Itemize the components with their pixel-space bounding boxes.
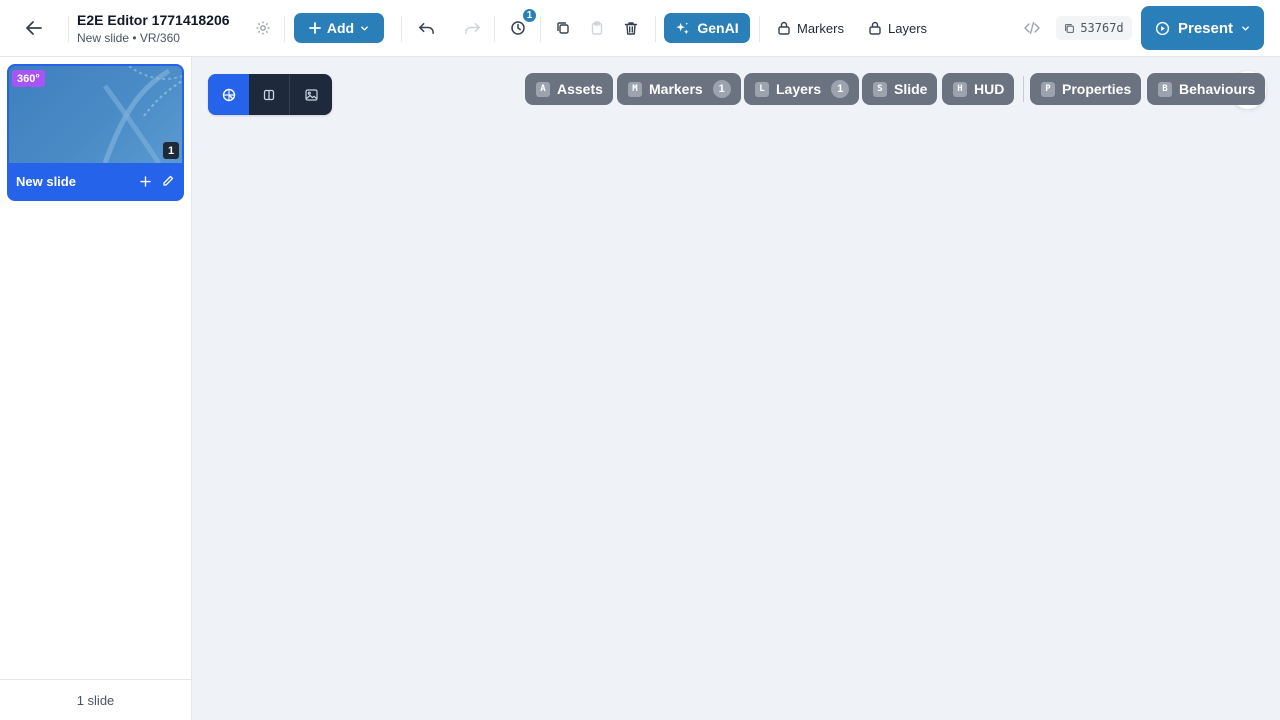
panel-chip-layers[interactable]: L Layers 1 bbox=[744, 73, 860, 105]
markers-button[interactable]: Markers bbox=[777, 16, 844, 40]
image-view-icon bbox=[304, 88, 318, 101]
divider bbox=[401, 16, 402, 42]
document-title[interactable]: E2E Editor 1771418206 bbox=[77, 11, 242, 29]
panel-chip-label: Properties bbox=[1062, 81, 1132, 97]
copy-icon bbox=[557, 22, 569, 34]
layers-button[interactable]: Layers bbox=[868, 16, 927, 40]
copy-icon bbox=[1065, 23, 1075, 33]
360-view-icon bbox=[222, 88, 235, 101]
shortcut-key: A bbox=[536, 81, 550, 97]
document-header: E2E Editor 1771418206 New slide • VR/360 bbox=[77, 11, 242, 46]
panel-chip-behaviours[interactable]: B Behaviours bbox=[1147, 73, 1266, 105]
slide-footer: New slide bbox=[9, 163, 182, 199]
genai-button[interactable]: GenAI bbox=[664, 13, 750, 43]
markers-button-label: Markers bbox=[797, 20, 844, 36]
play-circle-icon bbox=[1155, 21, 1170, 35]
shortcut-key: M bbox=[628, 81, 642, 97]
chevron-down-icon bbox=[1242, 25, 1249, 31]
image-view-button[interactable] bbox=[290, 74, 332, 115]
paste-button[interactable] bbox=[583, 14, 611, 42]
panel-chip-properties[interactable]: P Properties bbox=[1030, 73, 1142, 105]
panel-chip-label: Slide bbox=[894, 81, 928, 97]
panel-chip-count: 1 bbox=[712, 80, 731, 98]
arrow-left-icon bbox=[26, 21, 42, 35]
panel-chip-label: Markers bbox=[649, 81, 703, 97]
panel-chip-assets[interactable]: A Assets bbox=[525, 73, 613, 105]
slide-marker-count: 1 bbox=[163, 142, 179, 159]
shortcut-key: B bbox=[1158, 81, 1172, 97]
pencil-icon bbox=[163, 175, 174, 186]
split-view-icon bbox=[263, 89, 275, 100]
present-button[interactable]: Present bbox=[1141, 6, 1264, 50]
edit-slide-button[interactable] bbox=[159, 172, 177, 190]
top-toolbar: E2E Editor 1771418206 New slide • VR/360… bbox=[0, 0, 1280, 57]
history-count-badge: 1 bbox=[522, 8, 537, 23]
code-icon bbox=[1024, 21, 1040, 35]
lock-icon bbox=[778, 21, 790, 35]
panel-chip-label: Layers bbox=[776, 81, 822, 97]
divider bbox=[655, 16, 656, 42]
document-subtitle: New slide • VR/360 bbox=[77, 31, 180, 45]
undo-button[interactable] bbox=[412, 14, 440, 42]
slide-thumbnail[interactable]: 360° 1 New slide bbox=[7, 64, 184, 201]
embed-code-button[interactable] bbox=[1018, 14, 1046, 42]
trash-icon bbox=[624, 21, 638, 35]
settings-button[interactable] bbox=[249, 14, 277, 42]
redo-button[interactable] bbox=[458, 14, 486, 42]
project-id: 53767d bbox=[1080, 21, 1124, 35]
panel-chip-label: Behaviours bbox=[1179, 81, 1256, 97]
add-button[interactable]: Add bbox=[294, 13, 384, 43]
360-badge: 360° bbox=[12, 70, 45, 87]
redo-icon bbox=[464, 22, 480, 34]
panel-chip-hud[interactable]: H HUD bbox=[942, 73, 1015, 105]
gear-icon bbox=[256, 21, 270, 35]
divider bbox=[68, 16, 69, 42]
panel-chip-slide[interactable]: S Slide bbox=[862, 73, 938, 105]
divider bbox=[494, 16, 495, 42]
divider bbox=[284, 16, 285, 42]
copy-button[interactable] bbox=[549, 14, 577, 42]
panel-chip-label: Assets bbox=[557, 81, 603, 97]
split-view-button[interactable] bbox=[249, 74, 289, 115]
panel-chip-count: 1 bbox=[831, 80, 850, 98]
panel-chip-markers[interactable]: M Markers 1 bbox=[617, 73, 741, 105]
divider bbox=[759, 16, 760, 42]
view-360-button[interactable] bbox=[208, 74, 249, 115]
present-button-label: Present bbox=[1177, 19, 1234, 37]
clipboard-icon bbox=[591, 21, 603, 35]
view-mode-toggle bbox=[208, 74, 332, 115]
back-button[interactable] bbox=[22, 16, 46, 40]
copy-id-chip[interactable]: 53767d bbox=[1056, 16, 1132, 40]
slide-name: New slide bbox=[16, 173, 76, 189]
genai-button-label: GenAI bbox=[697, 20, 739, 36]
undo-icon bbox=[418, 22, 434, 34]
slide-count: 1 slide bbox=[0, 679, 191, 720]
layers-button-label: Layers bbox=[888, 20, 928, 36]
delete-button[interactable] bbox=[617, 14, 645, 42]
clock-icon bbox=[511, 21, 525, 35]
shortcut-key: S bbox=[873, 81, 887, 97]
divider bbox=[540, 16, 541, 42]
plus-icon bbox=[139, 175, 151, 187]
shortcut-key: L bbox=[755, 81, 769, 97]
plus-icon bbox=[308, 22, 321, 34]
shortcut-key: H bbox=[953, 81, 967, 97]
sparkles-icon bbox=[676, 21, 689, 34]
slide-preview: 360° 1 bbox=[9, 66, 182, 163]
editor-canvas[interactable]: A Assets M Markers 1 L Layers 1 S Slide … bbox=[192, 57, 1280, 720]
shortcut-key: P bbox=[1041, 81, 1055, 97]
add-slide-button[interactable] bbox=[136, 172, 154, 190]
chevron-down-icon bbox=[361, 25, 368, 31]
panel-chip-label: HUD bbox=[974, 81, 1005, 97]
slides-sidebar: 360° 1 New slide 1 slide bbox=[0, 57, 192, 720]
lock-icon bbox=[869, 21, 881, 35]
divider bbox=[1023, 76, 1024, 102]
add-button-label: Add bbox=[326, 20, 355, 36]
